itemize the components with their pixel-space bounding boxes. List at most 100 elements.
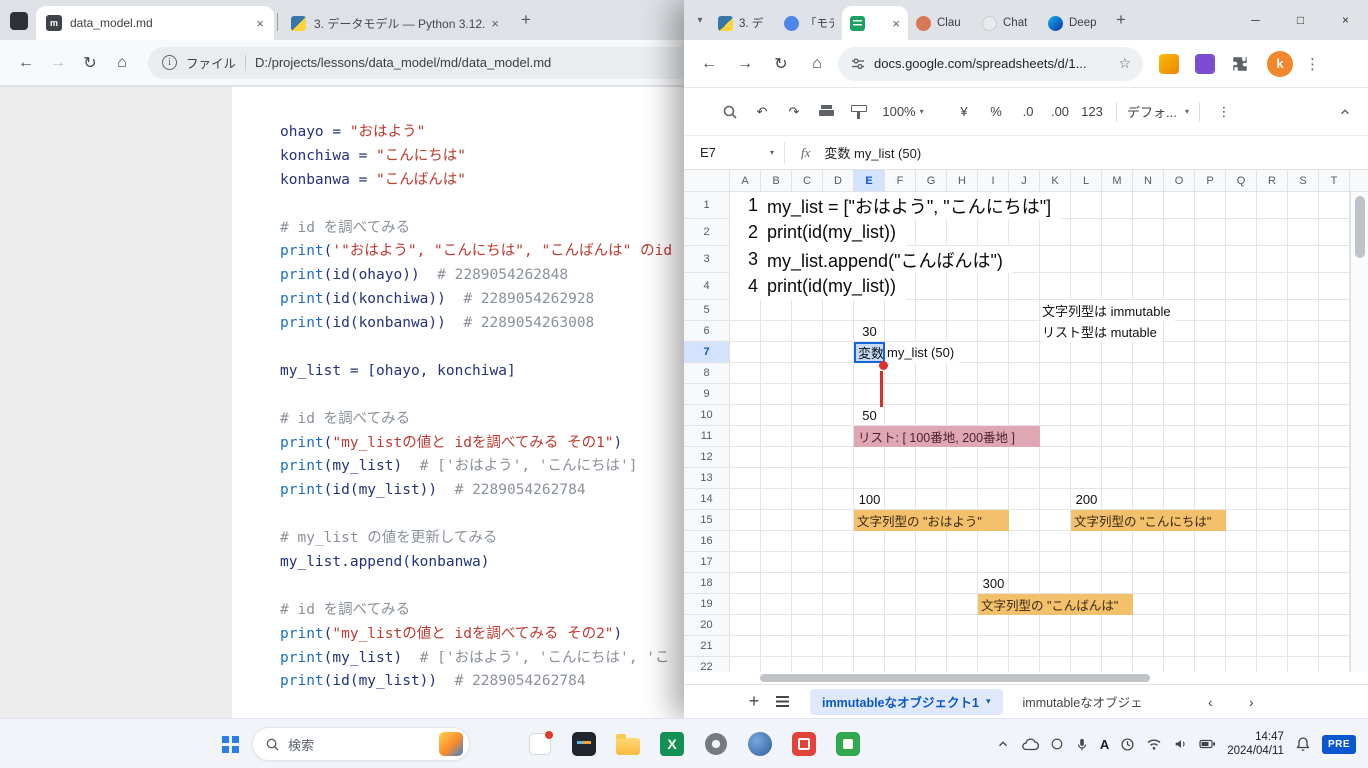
ime-mode-indicator[interactable]: A (1100, 737, 1109, 752)
home-button[interactable]: ⌂ (108, 54, 136, 72)
browser-tab[interactable]: × (842, 6, 908, 40)
tab-search-chevron-icon[interactable]: ▾ (690, 15, 710, 26)
row-header[interactable]: 1 (684, 192, 730, 219)
sheet-tab-menu-icon[interactable]: ▾ (986, 696, 991, 707)
collapse-toolbar-icon[interactable] (1338, 105, 1352, 119)
security-shield-icon[interactable] (1050, 737, 1064, 751)
sheet-tab[interactable]: immutableなオブジェ ▾ (1011, 689, 1155, 715)
code-editor-icon[interactable] (568, 728, 600, 760)
browser-tab[interactable]: 「モデ × (776, 6, 842, 40)
window-app-icon[interactable] (10, 12, 28, 30)
row-header[interactable]: 19 (684, 594, 730, 615)
cell-list-addresses[interactable]: リスト: [ 100番地, 200番地 ] (854, 426, 1040, 447)
browser-tab[interactable]: Chat × (974, 6, 1040, 40)
column-header[interactable]: I (978, 170, 1009, 192)
back-button[interactable]: ← (12, 54, 40, 72)
battery-icon[interactable] (1199, 738, 1216, 750)
home-button[interactable]: ⌂ (802, 55, 832, 73)
volume-icon[interactable] (1173, 737, 1188, 751)
green-app-icon[interactable] (832, 728, 864, 760)
row-header[interactable]: 10 (684, 405, 730, 426)
row-header[interactable]: 11 (684, 426, 730, 447)
cell-string-ohayo[interactable]: 文字列型の "おはよう" (854, 510, 1009, 531)
column-header[interactable]: G (916, 170, 947, 192)
extension-icon[interactable] (1195, 54, 1215, 74)
tray-expand-chevron-icon[interactable] (996, 737, 1010, 751)
browser-tab[interactable]: 3. デ × (710, 6, 776, 40)
new-tab-button[interactable]: + (1116, 10, 1126, 30)
column-header[interactable]: L (1071, 170, 1102, 192)
row-header[interactable]: 14 (684, 489, 730, 510)
add-sheet-button[interactable]: + (740, 691, 768, 712)
page-info-icon[interactable] (162, 55, 177, 70)
column-header[interactable]: Q (1226, 170, 1257, 192)
extension-icon[interactable] (1159, 54, 1179, 74)
file-explorer-icon[interactable] (612, 728, 644, 760)
browser-tab[interactable]: Clau × (908, 6, 974, 40)
maximize-button[interactable]: □ (1278, 0, 1323, 40)
horizontal-scrollbar[interactable] (684, 672, 1368, 684)
sheet-tab[interactable]: immutableなオブジェクト1 ▾ (810, 689, 1003, 715)
row-header[interactable]: 12 (684, 447, 730, 468)
widget-weather-icon[interactable] (439, 732, 463, 756)
column-header[interactable]: C (792, 170, 823, 192)
tab-data-model-md[interactable]: data_model.md × (36, 6, 274, 40)
column-header[interactable]: F (885, 170, 916, 192)
sheet-code-row[interactable]: 1 my_list = ["おはよう", "こんにちは"] (730, 192, 1061, 219)
column-header[interactable]: O (1164, 170, 1195, 192)
notifications-bell-icon[interactable] (1295, 736, 1311, 752)
name-box[interactable]: E7 ▾ (684, 145, 784, 160)
undo-icon[interactable]: ↶ (746, 104, 778, 120)
cell-value-50[interactable]: 50 (854, 405, 885, 426)
row-header[interactable]: 13 (684, 468, 730, 489)
row-header[interactable]: 21 (684, 636, 730, 657)
bookmark-star-icon[interactable]: ☆ (1118, 55, 1131, 72)
column-header[interactable]: H (947, 170, 978, 192)
blue-app-icon[interactable] (744, 728, 776, 760)
zoom-select[interactable]: 100% ▾ (874, 104, 932, 119)
all-sheets-icon[interactable] (768, 696, 796, 707)
column-header[interactable]: J (1009, 170, 1040, 192)
cell-value-200[interactable]: 200 (1071, 489, 1102, 510)
back-button[interactable]: ← (694, 55, 724, 73)
row-header[interactable]: 5 (684, 300, 730, 321)
sheet-code-row[interactable]: 3 my_list.append("こんばんは") (730, 246, 1013, 273)
profile-avatar[interactable]: k (1267, 51, 1293, 77)
cells-grid[interactable]: 1 my_list = ["おはよう", "こんにちは"] 2 print(id… (730, 192, 1350, 672)
microphone-icon[interactable] (1075, 737, 1089, 752)
taskbar-clock[interactable]: 14:47 2024/04/11 (1227, 730, 1284, 758)
row-header[interactable]: 3 (684, 246, 730, 273)
decrease-decimal-button[interactable]: .0 (1012, 104, 1044, 119)
row-header[interactable]: 18 (684, 573, 730, 594)
more-formats-button[interactable]: 123 (1076, 104, 1108, 119)
vertical-scrollbar-thumb[interactable] (1355, 196, 1365, 258)
site-settings-icon[interactable] (850, 56, 866, 72)
new-tab-button[interactable]: + (521, 10, 531, 30)
search-icon[interactable] (714, 104, 746, 120)
cell-value-300[interactable]: 300 (978, 573, 1009, 594)
row-header[interactable]: 6 (684, 321, 730, 342)
tab-close-icon[interactable]: × (491, 16, 499, 31)
reload-button[interactable]: ↻ (76, 53, 104, 73)
reload-button[interactable]: ↻ (766, 54, 796, 74)
vertical-scrollbar[interactable] (1350, 192, 1368, 672)
cell-value-30[interactable]: 30 (854, 321, 885, 342)
sheet-code-row[interactable]: 2 print(id(my_list)) (730, 219, 906, 246)
row-header[interactable]: 20 (684, 615, 730, 636)
minimize-button[interactable]: ─ (1233, 0, 1278, 40)
cell-string-konnichiwa[interactable]: 文字列型の "こんにちは" (1071, 510, 1226, 531)
extensions-puzzle-icon[interactable] (1231, 55, 1249, 73)
selected-cell-e7[interactable]: 変数 (854, 342, 885, 363)
increase-decimal-button[interactable]: .00 (1044, 104, 1076, 119)
row-header[interactable]: 16 (684, 531, 730, 552)
sheet-nav-left-icon[interactable]: ‹ (1208, 694, 1213, 710)
column-header[interactable]: N (1133, 170, 1164, 192)
tab-close-icon[interactable]: × (892, 16, 900, 31)
cell-e7-overflow-text[interactable]: my_list (50) (885, 342, 959, 363)
column-header[interactable]: P (1195, 170, 1226, 192)
row-header[interactable]: 7 (684, 342, 730, 363)
sheet-nav-right-icon[interactable]: › (1249, 694, 1254, 710)
wifi-icon[interactable] (1146, 738, 1162, 751)
row-header[interactable]: 4 (684, 273, 730, 300)
cell-note-mutable[interactable]: リスト型は mutable (1041, 321, 1161, 342)
